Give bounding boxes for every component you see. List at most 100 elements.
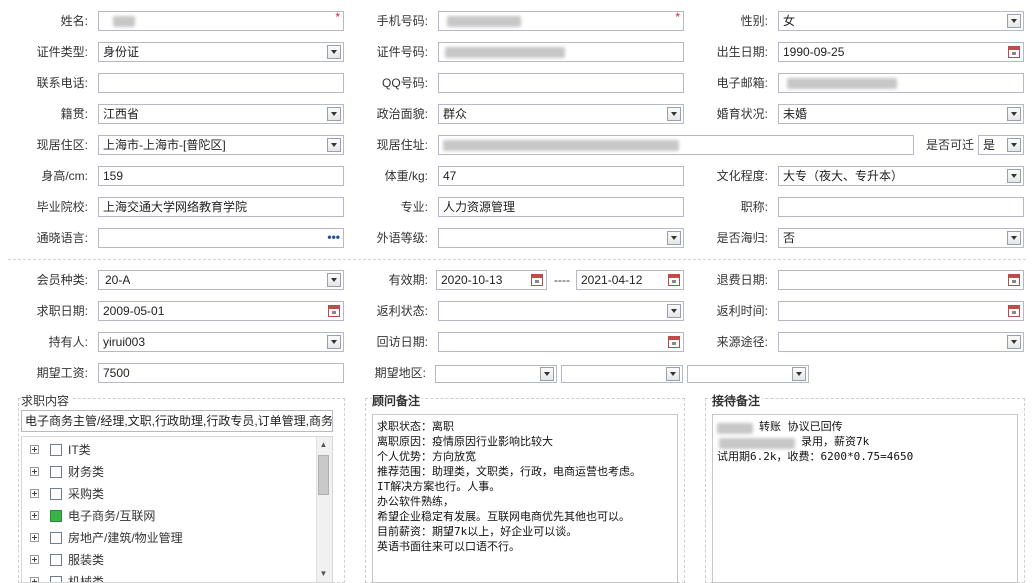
chevron-down-icon[interactable] [1007,107,1021,121]
language-field[interactable]: ••• [98,228,344,248]
birth-date-field[interactable]: 1990-09-25 [778,42,1024,62]
chevron-down-icon[interactable] [792,367,806,381]
member-type-select[interactable]: 20-A [98,270,344,290]
native-select[interactable]: 江西省 [98,104,344,124]
overseas-value: 否 [783,231,796,245]
checkbox[interactable] [50,576,62,582]
region-city-select[interactable] [561,365,683,383]
checkbox[interactable] [50,444,62,456]
foreign-select[interactable] [438,228,684,248]
idno-field[interactable] [438,42,684,62]
title-label: 职称: [740,200,768,214]
salary-field[interactable]: 7500 [98,363,344,383]
expand-icon[interactable] [30,489,39,498]
rebate-time-field[interactable] [778,301,1024,321]
more-icon[interactable]: ••• [327,229,340,245]
political-select[interactable]: 群众 [438,104,684,124]
school-field[interactable]: 上海交通大学网络教育学院 [98,197,344,217]
education-select[interactable]: 大专（夜大、专升本） [778,166,1024,186]
height-field[interactable]: 159 [98,166,344,186]
gender-select[interactable]: 女 [778,11,1024,31]
checkbox[interactable] [50,466,62,478]
email-label: 电子邮箱: [716,76,768,90]
valid-from-field[interactable]: 2020-10-13 [436,270,547,290]
calendar-icon[interactable] [328,305,340,317]
reception-notes-textarea[interactable]: 转账 协议已回传 录用，薪资7k 试用期6.2k，收费：6200*0.75=46… [712,414,1018,583]
chevron-down-icon[interactable] [327,273,341,287]
area-select[interactable]: 上海市-上海市-[普陀区] [98,135,344,155]
tree-scrollbar[interactable]: ▲ ▼ [316,437,332,582]
calendar-icon[interactable] [1008,46,1020,58]
qq-label: QQ号码: [381,76,428,90]
phone-field[interactable]: * [438,10,684,31]
chevron-down-icon[interactable] [1007,14,1021,28]
tree-node-label: 房地产/建筑/物业管理 [68,531,183,545]
source-select[interactable] [778,332,1024,352]
reception-note-line: 转账 协议已回传 [759,420,843,433]
job-date-value: 2009-05-01 [103,304,165,318]
address-field[interactable] [438,135,914,155]
chevron-down-icon[interactable] [540,367,554,381]
chevron-down-icon[interactable] [327,107,341,121]
weight-field[interactable]: 47 [438,166,684,186]
area-value: 上海市-上海市-[普陀区] [103,138,226,152]
idtype-select[interactable]: 身份证 [98,42,344,62]
valid-label: 有效期: [388,273,428,287]
holder-select[interactable]: yirui003 [98,332,344,352]
chevron-down-icon[interactable] [1007,335,1021,349]
tree-node-label: 电子商务/互联网 [68,509,156,523]
source-label: 来源途径: [716,335,768,349]
scrollbar-thumb[interactable] [318,455,329,495]
qq-field[interactable] [438,73,684,93]
chevron-down-icon[interactable] [667,231,681,245]
scroll-up-icon[interactable]: ▲ [317,439,330,451]
calendar-icon[interactable] [1008,274,1020,286]
chevron-down-icon[interactable] [1007,138,1021,152]
chevron-down-icon[interactable] [327,335,341,349]
reception-note-line: 试用期6.2k，收费：6200*0.75=4650 [717,450,914,463]
title-field[interactable] [778,197,1024,217]
marital-select[interactable]: 未婚 [778,104,1024,124]
expand-icon[interactable] [30,445,39,454]
advisor-notes-textarea[interactable]: 求职状态：离职 离职原因：疫情原因行业影响比较大 个人优势：方向放宽 推荐范围：… [372,414,678,583]
valid-to-field[interactable]: 2021-04-12 [576,270,684,290]
expand-icon[interactable] [30,533,39,542]
tel-field[interactable] [98,73,344,93]
region-province-select[interactable] [435,365,557,383]
chevron-down-icon[interactable] [667,304,681,318]
holder-value: yirui003 [103,335,146,349]
chevron-down-icon[interactable] [666,367,680,381]
expand-icon[interactable] [30,511,39,520]
transferable-select[interactable]: 是 [978,135,1024,155]
job-date-field[interactable]: 2009-05-01 [98,301,344,321]
expand-icon[interactable] [30,467,39,476]
calendar-icon[interactable] [531,274,543,286]
rebate-status-select[interactable] [438,301,684,321]
calendar-icon[interactable] [1008,305,1020,317]
name-field[interactable]: * [98,10,344,31]
chevron-down-icon[interactable] [1007,169,1021,183]
scroll-down-icon[interactable]: ▼ [317,568,330,580]
overseas-select[interactable]: 否 [778,228,1024,248]
major-field[interactable]: 人力资源管理 [438,197,684,217]
region-district-select[interactable] [687,365,809,383]
chevron-down-icon[interactable] [327,45,341,59]
expand-icon[interactable] [30,577,39,582]
email-field[interactable] [778,73,1024,93]
expand-icon[interactable] [30,555,39,564]
visit-date-field[interactable] [438,332,684,352]
chevron-down-icon[interactable] [327,138,341,152]
chevron-down-icon[interactable] [1007,231,1021,245]
section-divider [8,259,1026,260]
chevron-down-icon[interactable] [667,107,681,121]
refund-date-field[interactable] [778,270,1024,290]
checkbox-checked[interactable] [50,510,62,522]
advisor-note-line: 目前薪资：期望7k以上，好企业可以谈。 [377,525,578,538]
checkbox[interactable] [50,488,62,500]
address-value-redacted [443,140,679,151]
checkbox[interactable] [50,532,62,544]
calendar-icon[interactable] [668,336,680,348]
checkbox[interactable] [50,554,62,566]
calendar-icon[interactable] [668,274,680,286]
job-summary-field[interactable]: 电子商务主管/经理,文职,行政助理,行政专员,订单管理,商务 [21,410,333,432]
